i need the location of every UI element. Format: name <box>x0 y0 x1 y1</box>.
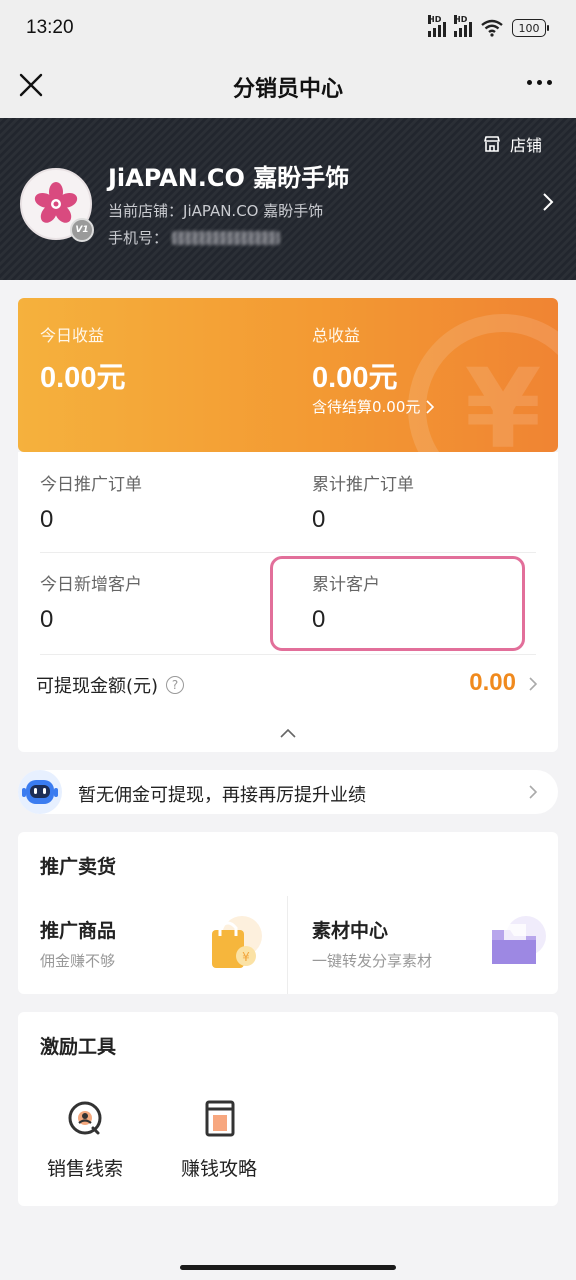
tool-money-guide[interactable]: 赚钱攻略 <box>164 1098 274 1181</box>
chevron-up-icon[interactable] <box>280 728 296 738</box>
tool-sales-leads[interactable]: 销售线索 <box>30 1098 140 1181</box>
status-time: 13:20 <box>26 17 74 38</box>
help-icon[interactable]: ? <box>166 676 185 694</box>
promo-item-products[interactable]: 推广商品 佣金赚不够 ¥ <box>18 896 287 994</box>
tip-text: 暂无佣金可提现，再接再厉提升业绩 <box>78 785 366 806</box>
profile-header[interactable]: 店铺 V1 JiAPAN.CO 嘉盼手饰 当前店铺：JiAPAN.CO 嘉盼手饰… <box>0 118 576 280</box>
folder-icon <box>492 916 546 964</box>
today-orders-label: 今日推广订单 <box>40 475 142 495</box>
guide-book-icon <box>205 1100 235 1137</box>
sales-leads-icon <box>68 1101 102 1135</box>
divider <box>40 654 536 655</box>
promo-item-materials[interactable]: 素材中心 一键转发分享素材 <box>288 896 558 994</box>
chevron-right-icon[interactable] <box>528 676 538 692</box>
total-orders-label: 累计推广订单 <box>312 475 414 495</box>
promo-item-title: 推广商品 <box>40 920 117 942</box>
phone-label: 手机号： <box>108 229 169 247</box>
shopping-bag-icon: ¥ <box>212 916 262 968</box>
shop-link[interactable]: 店铺 <box>482 132 542 156</box>
promo-item-subtitle: 佣金赚不够 <box>40 952 116 970</box>
nav-bar: 分销员中心 <box>0 56 576 118</box>
total-earnings-label: 总收益 <box>312 326 361 345</box>
withdrawable-label: 可提现金额(元) ? <box>36 672 185 698</box>
store-icon <box>484 136 500 152</box>
today-customers-label: 今日新增客户 <box>40 575 142 595</box>
tool-label: 销售线索 <box>46 1158 123 1180</box>
promo-section: 推广卖货 推广商品 佣金赚不够 ¥ 素材中心 一键转发分享素材 <box>18 832 558 994</box>
chevron-right-icon <box>529 785 538 799</box>
current-shop: 当前店铺：JiAPAN.CO 嘉盼手饰 <box>108 200 323 221</box>
status-icons: HD HD 100 <box>428 15 549 37</box>
pending-settlement-link[interactable]: 含待结算0.00元 <box>312 396 435 417</box>
promo-section-title: 推广卖货 <box>40 856 117 878</box>
current-shop-label: 当前店铺： <box>108 202 184 220</box>
tools-section-title: 激励工具 <box>40 1036 117 1058</box>
highlight-annotation <box>270 556 525 651</box>
withdrawable-value[interactable]: 0.00 <box>469 669 516 697</box>
phone-number: 手机号： <box>108 227 281 248</box>
total-earnings-value: 0.00元 <box>312 362 398 394</box>
shop-name: JiAPAN.CO 嘉盼手饰 <box>108 164 350 192</box>
signal-icon: HD <box>428 15 446 37</box>
page-title: 分销员中心 <box>232 77 343 102</box>
phone-number-redacted <box>172 230 281 245</box>
more-icon[interactable] <box>527 80 552 85</box>
current-shop-name: JiAPAN.CO 嘉盼手饰 <box>183 202 324 220</box>
yen-watermark-icon: ¥ <box>408 314 558 452</box>
home-indicator[interactable] <box>180 1265 396 1270</box>
total-orders-value: 0 <box>312 506 326 533</box>
robot-assistant-icon <box>16 768 64 816</box>
shop-link-label: 店铺 <box>509 136 542 155</box>
divider <box>40 552 536 553</box>
promo-item-title: 素材中心 <box>312 920 389 942</box>
tool-label: 赚钱攻略 <box>180 1158 257 1180</box>
level-badge: V1 <box>70 218 94 242</box>
chevron-right-icon[interactable] <box>542 192 554 212</box>
earnings-card: ¥ 今日收益 0.00元 总收益 0.00元 含待结算0.00元 <box>18 298 558 452</box>
close-icon[interactable] <box>16 70 46 100</box>
status-bar: 13:20 HD HD 100 <box>0 0 576 56</box>
signal-icon-2: HD <box>454 15 472 37</box>
today-customers-value: 0 <box>40 606 54 633</box>
today-earnings-value: 0.00元 <box>40 362 126 394</box>
svg-text:¥: ¥ <box>242 950 250 964</box>
today-earnings-label: 今日收益 <box>40 326 105 345</box>
today-orders-value: 0 <box>40 506 54 533</box>
wifi-icon <box>481 19 503 37</box>
pending-settlement-text: 含待结算0.00元 <box>312 398 421 416</box>
chevron-right-icon <box>426 399 435 414</box>
battery-icon: 100 <box>512 19 549 37</box>
tip-bar[interactable]: 暂无佣金可提现，再接再厉提升业绩 <box>18 770 558 814</box>
promo-item-subtitle: 一键转发分享素材 <box>312 952 433 970</box>
tools-section: 激励工具 销售线索 赚钱攻略 <box>18 1012 558 1206</box>
